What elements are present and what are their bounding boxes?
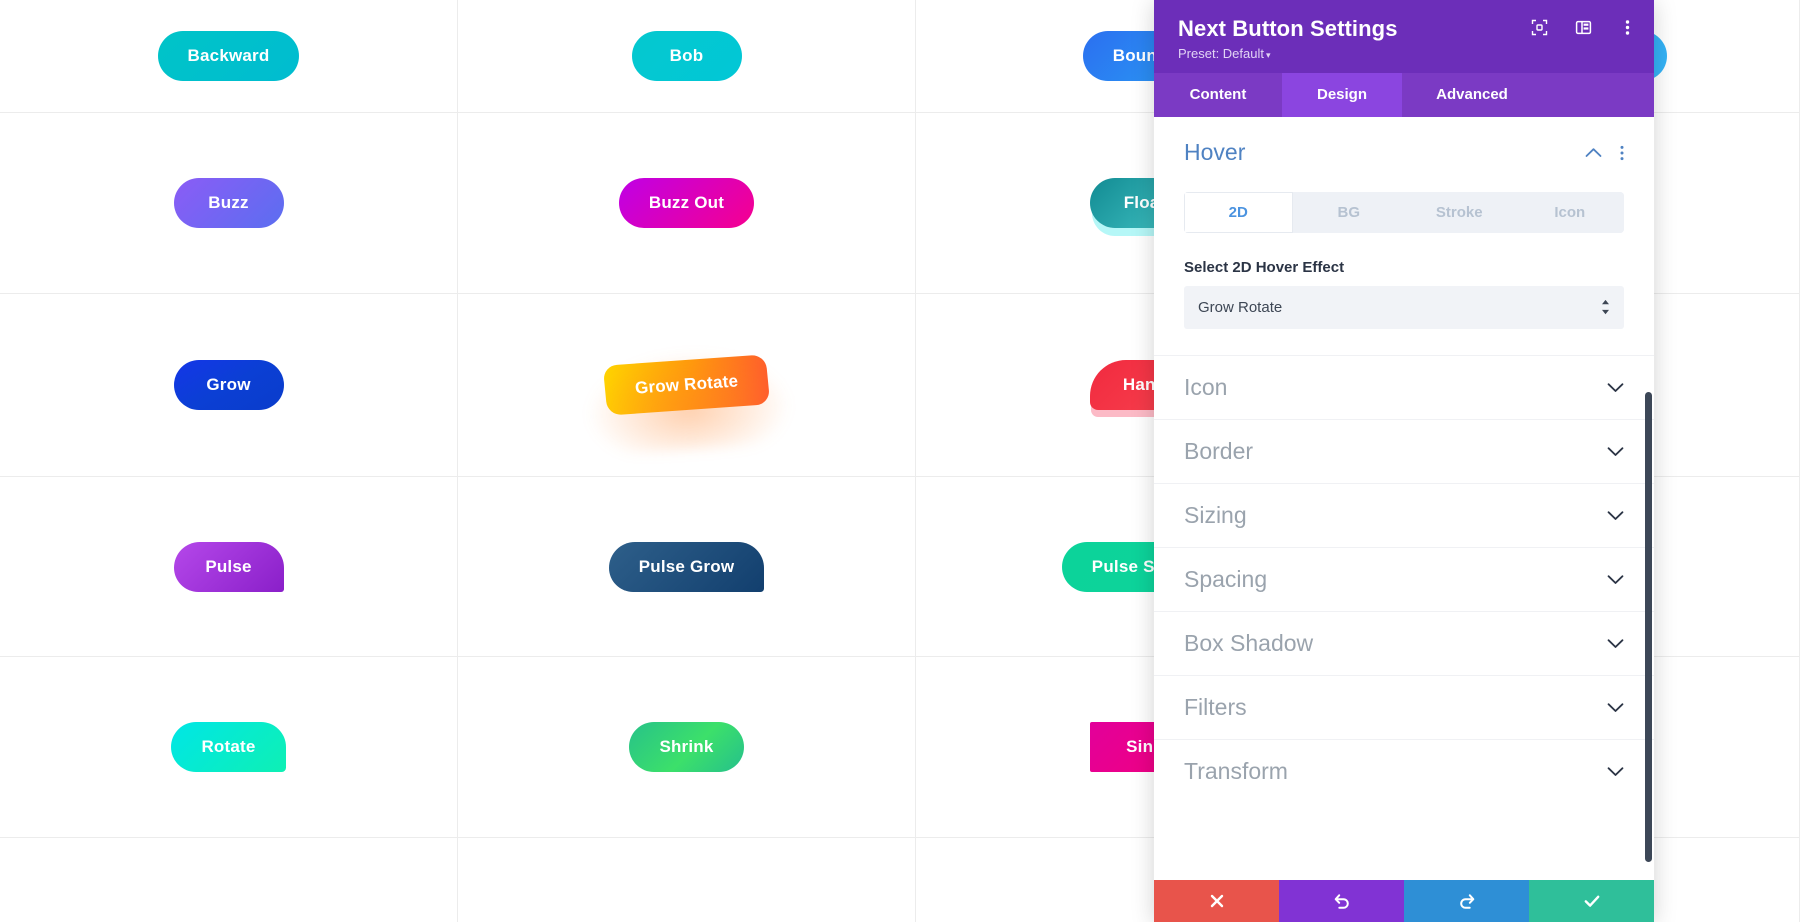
grid-cell: Grow Rotate <box>458 294 916 477</box>
design-sections-accordion: Icon Border Sizing Spacing Box Shadow Filters… <box>1154 355 1654 803</box>
accordion-row-label: Box Shadow <box>1184 630 1314 657</box>
tab-content[interactable]: Content <box>1154 73 1282 117</box>
chevron-down-icon: ▾ <box>1266 50 1271 61</box>
segment-bg[interactable]: BG <box>1294 192 1403 234</box>
undo-button[interactable] <box>1279 880 1404 922</box>
accordion-row-label: Sizing <box>1184 502 1247 529</box>
grid-cell: Wobble <box>458 838 916 922</box>
chevron-down-icon <box>1607 638 1624 649</box>
hover-demo-button-label: Buzz Out <box>648 193 725 212</box>
hover-demo-button[interactable]: Grow <box>173 360 284 410</box>
hover-demo-button-label: Bob <box>669 46 704 65</box>
panel-body: Hover 2D BG Stroke Icon Select 2D Hover … <box>1154 117 1654 880</box>
hover-demo-button-label: Backward <box>187 46 270 65</box>
segment-2d[interactable]: 2D <box>1184 192 1293 234</box>
segment-stroke[interactable]: Stroke <box>1405 192 1514 234</box>
preset-label: Preset: Default <box>1178 46 1264 62</box>
hover-effect-type-toggle: 2D BG Stroke Icon <box>1184 192 1624 234</box>
select-2d-hover-effect[interactable]: Grow Rotate <box>1184 286 1624 330</box>
panel-layout-icon[interactable] <box>1574 18 1592 36</box>
hover-demo-button-label: Pulse Grow <box>638 556 735 576</box>
grid-cell: Buzz <box>0 113 458 294</box>
hover-demo-button[interactable]: Pulse <box>173 541 284 592</box>
panel-header-icons <box>1530 18 1636 36</box>
accordion-row-label: Border <box>1184 438 1254 465</box>
accordion-row-label: Icon <box>1184 374 1228 401</box>
grid-cell: Buzz Out <box>458 113 916 294</box>
hover-demo-button[interactable]: Buzz Out <box>618 178 755 228</box>
section-hover-header[interactable]: Hover <box>1184 139 1624 176</box>
segment-icon[interactable]: Icon <box>1515 192 1624 234</box>
chevron-down-icon <box>1607 766 1624 777</box>
grid-cell: Pulse Grow <box>458 477 916 657</box>
hover-demo-button[interactable]: Bob <box>631 31 742 81</box>
module-settings-panel: Next Button Settings Preset: Default ▾ C… <box>1154 0 1654 922</box>
grid-cell: Pulse <box>0 477 458 657</box>
grid-cell: Rotate <box>0 657 458 838</box>
page-root: BackwardBobBounceRotate BackBuzzBuzz Out… <box>0 0 1800 922</box>
hover-demo-button[interactable]: Backward <box>157 31 300 81</box>
section-hover: Hover 2D BG Stroke Icon Select 2D Hover … <box>1154 117 1654 330</box>
section-hover-tools <box>1585 145 1624 161</box>
accordion-row-label: Spacing <box>1184 566 1268 593</box>
chevron-down-icon <box>1607 702 1624 713</box>
hover-demo-button-label: Grow <box>206 375 251 394</box>
accordion-row-label: Filters <box>1184 694 1247 721</box>
accordion-row-spacing[interactable]: Spacing <box>1154 547 1654 611</box>
accordion-row-label: Transform <box>1184 758 1288 785</box>
tab-design[interactable]: Design <box>1282 73 1402 118</box>
chevron-down-icon <box>1607 446 1624 457</box>
accordion-row-icon[interactable]: Icon <box>1154 355 1654 419</box>
section-more-vertical-icon[interactable] <box>1620 145 1624 161</box>
hover-demo-button-label: Pulse <box>205 556 252 576</box>
panel-footer <box>1154 880 1654 922</box>
hover-demo-button-label: Grow Rotate <box>634 371 739 398</box>
hover-demo-button-label: Shrink <box>659 737 714 756</box>
chevron-down-icon <box>1607 382 1624 393</box>
hover-demo-button[interactable]: Buzz <box>173 178 284 228</box>
focus-frame-icon[interactable] <box>1530 18 1548 36</box>
hover-demo-button-label: Buzz <box>208 193 249 212</box>
grid-cell: Shrink <box>458 657 916 838</box>
panel-tabs: Content Design Advanced <box>1154 73 1654 118</box>
save-button[interactable] <box>1529 880 1654 922</box>
chevron-down-icon <box>1607 574 1624 585</box>
preset-selector[interactable]: Preset: Default ▾ <box>1178 46 1630 61</box>
panel-header: Next Button Settings Preset: Default ▾ <box>1154 0 1654 74</box>
accordion-row-transform[interactable]: Transform <box>1154 739 1654 803</box>
accordion-row-filters[interactable]: Filters <box>1154 675 1654 739</box>
chevron-down-icon <box>1607 510 1624 521</box>
select-2d-hover-effect-wrapper: Grow Rotate <box>1184 286 1624 330</box>
grid-cell: Grow <box>0 294 458 477</box>
tab-advanced[interactable]: Advanced <box>1402 73 1542 117</box>
accordion-row-sizing[interactable]: Sizing <box>1154 483 1654 547</box>
section-hover-title: Hover <box>1184 139 1246 166</box>
accordion-row-box-shadow[interactable]: Box Shadow <box>1154 611 1654 675</box>
hover-demo-button[interactable]: Shrink <box>629 722 744 772</box>
chevron-up-icon[interactable] <box>1585 147 1602 158</box>
grid-cell: Backward <box>0 0 458 113</box>
grid-cell: Bob <box>458 0 916 113</box>
panel-scrollbar[interactable] <box>1645 392 1652 863</box>
cancel-button[interactable] <box>1154 880 1279 922</box>
select-2d-hover-effect-label: Select 2D Hover Effect <box>1184 259 1345 277</box>
hover-demo-button[interactable]: Pulse Grow <box>608 541 765 592</box>
redo-button[interactable] <box>1404 880 1529 922</box>
more-vertical-icon[interactable] <box>1618 18 1636 36</box>
accordion-row-border[interactable]: Border <box>1154 419 1654 483</box>
grid-cell <box>0 838 458 922</box>
hover-demo-button[interactable]: Grow Rotate <box>602 354 771 416</box>
hover-demo-button-label: Rotate <box>201 737 256 756</box>
hover-demo-button[interactable]: Rotate <box>171 722 286 772</box>
